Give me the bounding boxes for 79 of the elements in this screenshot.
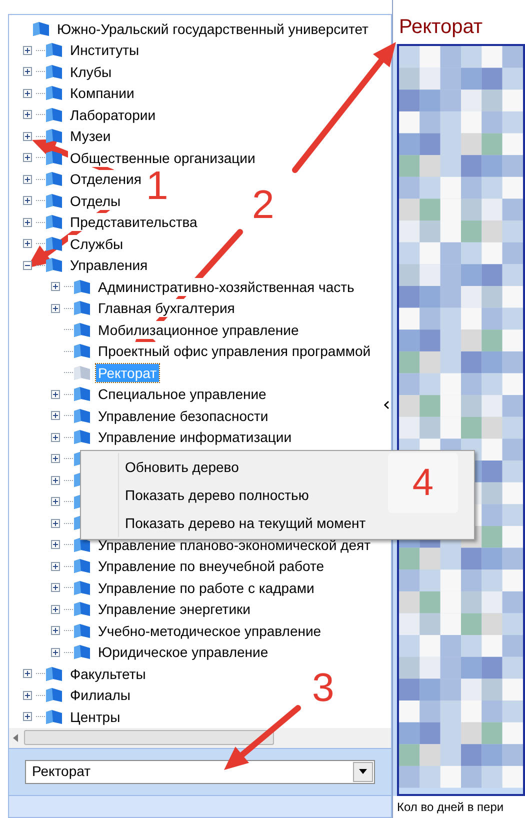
folder-icon: [73, 343, 91, 360]
folder-icon: [73, 322, 91, 338]
folder-icon: [45, 85, 63, 102]
folder-icon: [45, 708, 63, 725]
scrollbar-thumb[interactable]: [24, 730, 274, 745]
folder-icon: [73, 429, 91, 446]
expand-icon[interactable]: [51, 540, 60, 550]
expand-icon[interactable]: [51, 390, 60, 399]
annotation-number: 2: [252, 185, 274, 225]
folder-icon: [73, 622, 91, 639]
folder-icon: [45, 257, 63, 274]
folder-icon: [73, 408, 91, 424]
folder-icon: [73, 601, 91, 618]
collapse-icon[interactable]: [23, 260, 32, 270]
folder-icon: [45, 64, 63, 80]
expand-icon[interactable]: [51, 282, 60, 292]
expand-icon[interactable]: [23, 174, 32, 184]
folder-icon: [73, 644, 91, 660]
horizontal-scrollbar[interactable]: [9, 728, 391, 748]
expand-icon[interactable]: [51, 583, 60, 592]
menu-item[interactable]: Обновить дерево: [125, 453, 239, 481]
expand-icon[interactable]: [23, 218, 32, 227]
expand-icon[interactable]: [23, 669, 32, 678]
menu-item[interactable]: Показать дерево полностью: [125, 481, 309, 509]
dropdown-icon[interactable]: [353, 762, 373, 782]
expand-icon[interactable]: [51, 497, 60, 506]
expand-icon[interactable]: [23, 110, 32, 120]
expand-icon[interactable]: [51, 476, 60, 485]
tree-item[interactable]: Представительства: [68, 213, 200, 232]
expand-icon[interactable]: [51, 604, 60, 614]
folder-icon: [73, 580, 91, 596]
tree-item[interactable]: Главная бухгалтерия: [96, 299, 237, 318]
folder-icon: [45, 106, 63, 123]
expand-icon[interactable]: [51, 562, 60, 571]
folder-icon: [45, 171, 63, 188]
tree-item[interactable]: Службы: [68, 234, 126, 253]
expand-icon[interactable]: [23, 690, 32, 700]
tree-item[interactable]: Общественные организации: [68, 148, 258, 167]
expand-icon[interactable]: [23, 153, 32, 162]
tree-item[interactable]: Отделения: [68, 170, 144, 188]
footer-label: Кол во дней в пери: [397, 799, 504, 816]
folder-icon: [45, 128, 63, 144]
expand-icon[interactable]: [51, 648, 60, 657]
annotation-number: 3: [312, 668, 334, 708]
expand-icon[interactable]: [51, 454, 60, 464]
folder-icon: [45, 192, 63, 209]
folder-icon: [73, 386, 91, 402]
combo-box[interactable]: Ректорат: [25, 760, 375, 784]
folder-icon: [45, 687, 63, 704]
tree-item[interactable]: Административно-хозяйственная часть: [96, 278, 356, 296]
folder-icon: [32, 20, 50, 37]
panel-title: Ректорат: [399, 15, 483, 40]
folder-icon: [45, 666, 63, 682]
expand-icon[interactable]: [51, 626, 60, 636]
expand-icon[interactable]: [23, 712, 32, 722]
expand-icon[interactable]: [51, 304, 60, 313]
folder-icon: [73, 364, 91, 381]
annotation-number: 4: [412, 464, 434, 502]
expand-icon[interactable]: [51, 432, 60, 442]
folder-icon: [45, 42, 63, 58]
tree-item[interactable]: Мобилизационное управление: [96, 320, 301, 339]
scroll-left-icon[interactable]: [13, 734, 18, 742]
annotation-number: 1: [146, 166, 168, 206]
expand-icon[interactable]: [23, 88, 32, 98]
folder-icon: [73, 558, 91, 574]
folder-icon: [73, 300, 91, 316]
folder-icon: [45, 236, 63, 252]
menu-item[interactable]: Показать дерево на текущий момент: [125, 509, 366, 537]
expand-icon[interactable]: [51, 411, 60, 420]
expand-icon[interactable]: [23, 132, 32, 141]
folder-icon: [45, 150, 63, 166]
expand-icon[interactable]: [23, 239, 32, 248]
tree-item[interactable]: Проектный офис управления программой: [96, 342, 373, 360]
expand-icon[interactable]: [23, 196, 32, 206]
folder-icon: [45, 214, 63, 230]
expand-icon[interactable]: [23, 67, 32, 76]
expand-icon[interactable]: [51, 518, 60, 528]
expand-icon[interactable]: [23, 46, 32, 55]
folder-icon: [73, 278, 91, 295]
